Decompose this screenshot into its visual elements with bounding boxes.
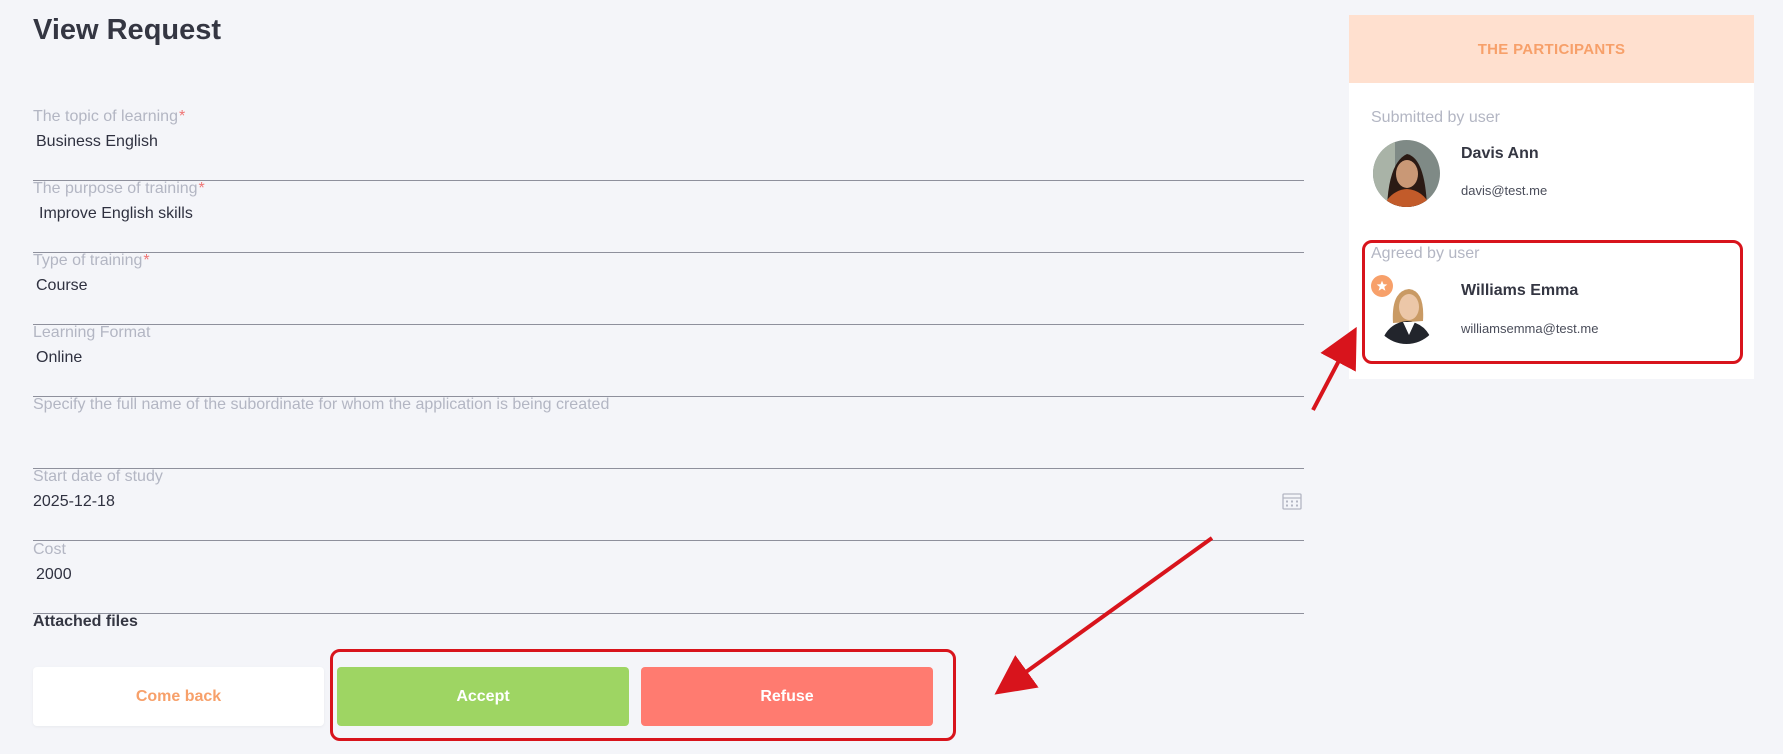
agreed-user-email: williamsemma@test.me: [1461, 321, 1599, 336]
avatar: [1373, 140, 1440, 207]
page-title: View Request: [33, 14, 222, 46]
participants-panel: THE PARTICIPANTS Submitted by user Davis…: [1349, 15, 1754, 379]
annotation-arrow: [1311, 326, 1357, 411]
topic-field[interactable]: The topic of learning* Business English: [33, 108, 1304, 181]
cost-field[interactable]: Cost 2000: [33, 541, 1304, 614]
submitted-user-email: davis@test.me: [1461, 183, 1548, 198]
agreed-user-name: Williams Emma: [1461, 282, 1579, 299]
cost-label: Cost: [33, 541, 66, 558]
star-icon: [1371, 275, 1393, 297]
purpose-field[interactable]: The purpose of training* Improve English…: [33, 180, 1304, 253]
training-type-value: Course: [36, 277, 88, 294]
purpose-value: Improve English skills: [39, 205, 193, 222]
required-asterisk: *: [198, 180, 205, 197]
come-back-button[interactable]: Come back: [33, 667, 324, 726]
start-date-label: Start date of study: [33, 468, 163, 485]
subordinate-name-field[interactable]: Specify the full name of the subordinate…: [33, 396, 1304, 469]
accept-button[interactable]: Accept: [337, 667, 629, 726]
topic-value: Business English: [36, 133, 158, 150]
calendar-icon[interactable]: [1282, 492, 1302, 510]
training-type-label: Type of training*: [33, 252, 150, 269]
refuse-button[interactable]: Refuse: [641, 667, 933, 726]
required-asterisk: *: [143, 252, 150, 269]
attached-files-heading: Attached files: [33, 613, 138, 630]
purpose-label: The purpose of training*: [33, 180, 205, 197]
submitted-user-name: Davis Ann: [1461, 145, 1539, 162]
participants-header: THE PARTICIPANTS: [1349, 15, 1754, 83]
cost-value: 2000: [36, 566, 72, 583]
agreed-by-label: Agreed by user: [1371, 245, 1480, 262]
start-date-value: 2025-12-18: [33, 493, 115, 510]
learning-format-value: Online: [36, 349, 83, 366]
start-date-field[interactable]: Start date of study 2025-12-18: [33, 468, 1304, 541]
topic-label: The topic of learning*: [33, 108, 186, 125]
training-type-field[interactable]: Type of training* Course: [33, 252, 1304, 325]
required-asterisk: *: [178, 108, 186, 125]
submitted-by-label: Submitted by user: [1371, 109, 1500, 126]
learning-format-field[interactable]: Learning Format Online: [33, 324, 1304, 397]
learning-format-label: Learning Format: [33, 324, 151, 341]
subordinate-name-label: Specify the full name of the subordinate…: [33, 396, 610, 413]
